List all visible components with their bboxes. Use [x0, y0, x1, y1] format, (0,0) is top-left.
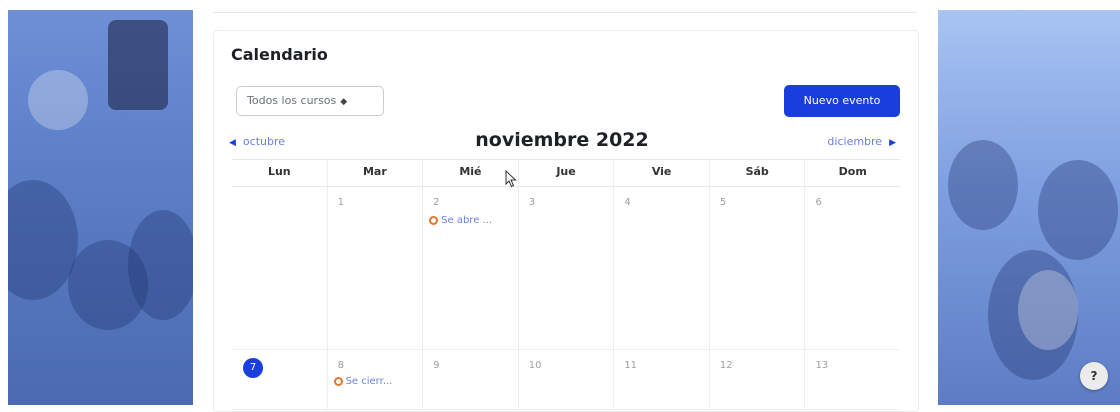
weekday-header: Vie: [613, 160, 709, 186]
arrow-left-icon: ◀: [229, 138, 236, 148]
month-title: noviembre 2022: [475, 129, 649, 151]
day-cell[interactable]: 13: [804, 350, 901, 410]
event-label: Se abre ...: [441, 215, 493, 226]
day-number[interactable]: 5: [720, 197, 726, 208]
today-marker[interactable]: 7: [243, 358, 263, 378]
day-cell-today[interactable]: 7: [232, 350, 327, 410]
day-number[interactable]: 13: [815, 360, 828, 371]
week-row: 7 8 Se cierr... 9 10 11 12 13: [232, 350, 901, 410]
event-open-icon: [429, 215, 439, 225]
day-number[interactable]: 9: [433, 360, 439, 371]
day-number[interactable]: 1: [338, 197, 344, 208]
new-event-button[interactable]: Nuevo evento: [784, 85, 900, 117]
background-image-left: [8, 10, 193, 405]
previous-block-edge: [213, 0, 917, 13]
event-label: Se cierr...: [345, 376, 393, 387]
weekday-header: Sáb: [708, 160, 805, 186]
day-cell[interactable]: 4: [613, 187, 709, 350]
day-number[interactable]: 11: [624, 360, 637, 371]
month-grid: Lun Mar Mié Jue Vie Sáb Dom 1 2 Se abre …: [232, 159, 901, 410]
help-button[interactable]: ?: [1080, 362, 1108, 390]
day-cell[interactable]: 2 Se abre ...: [422, 187, 518, 350]
previous-month-link[interactable]: ◀ octubre: [229, 135, 285, 148]
next-month-link[interactable]: diciembre ▶: [827, 135, 896, 148]
day-number[interactable]: 12: [720, 360, 733, 371]
weekday-header: Mar: [326, 160, 423, 186]
course-filter-value: Todos los cursos: [247, 94, 337, 107]
day-number[interactable]: 10: [529, 360, 542, 371]
calendar-event[interactable]: Se abre ...: [429, 215, 492, 226]
day-cell[interactable]: 11: [613, 350, 709, 410]
select-caret-icon: ◆: [340, 97, 348, 107]
course-filter-select[interactable]: Todos los cursos ◆: [236, 86, 384, 116]
calendar-event[interactable]: Se cierr...: [333, 376, 393, 387]
previous-month-label: octubre: [242, 135, 286, 148]
day-cell-empty: [232, 187, 327, 350]
weekday-header: Dom: [804, 160, 900, 186]
weekday-header: Jue: [517, 160, 614, 186]
event-close-icon: [333, 376, 343, 386]
next-month-label: diciembre: [827, 135, 883, 148]
day-cell[interactable]: 3: [517, 187, 614, 350]
arrow-right-icon: ▶: [889, 138, 896, 148]
day-number[interactable]: 3: [529, 197, 535, 208]
week-row: 1 2 Se abre ... 3 4 5 6: [232, 187, 901, 350]
day-number[interactable]: 6: [815, 197, 821, 208]
day-number[interactable]: 8: [338, 360, 344, 371]
day-cell[interactable]: 10: [517, 350, 614, 410]
mouse-cursor-icon: [505, 170, 517, 188]
day-number[interactable]: 2: [433, 197, 439, 208]
day-cell[interactable]: 9: [422, 350, 518, 410]
day-cell[interactable]: 5: [708, 187, 805, 350]
day-cell[interactable]: 6: [804, 187, 901, 350]
day-cell[interactable]: 12: [708, 350, 805, 410]
weekday-header-row: Lun Mar Mié Jue Vie Sáb Dom: [232, 159, 900, 187]
calendar-block-title: Calendario: [231, 45, 328, 64]
weekday-header: Mié: [422, 160, 518, 186]
day-number[interactable]: 4: [624, 197, 630, 208]
day-cell[interactable]: 8 Se cierr...: [326, 350, 423, 410]
day-cell[interactable]: 1: [326, 187, 423, 350]
calendar-block: Calendario Todos los cursos ◆ Nuevo event…: [213, 30, 919, 412]
weekday-header: Lun: [267, 165, 291, 178]
background-image-right: [938, 10, 1120, 405]
